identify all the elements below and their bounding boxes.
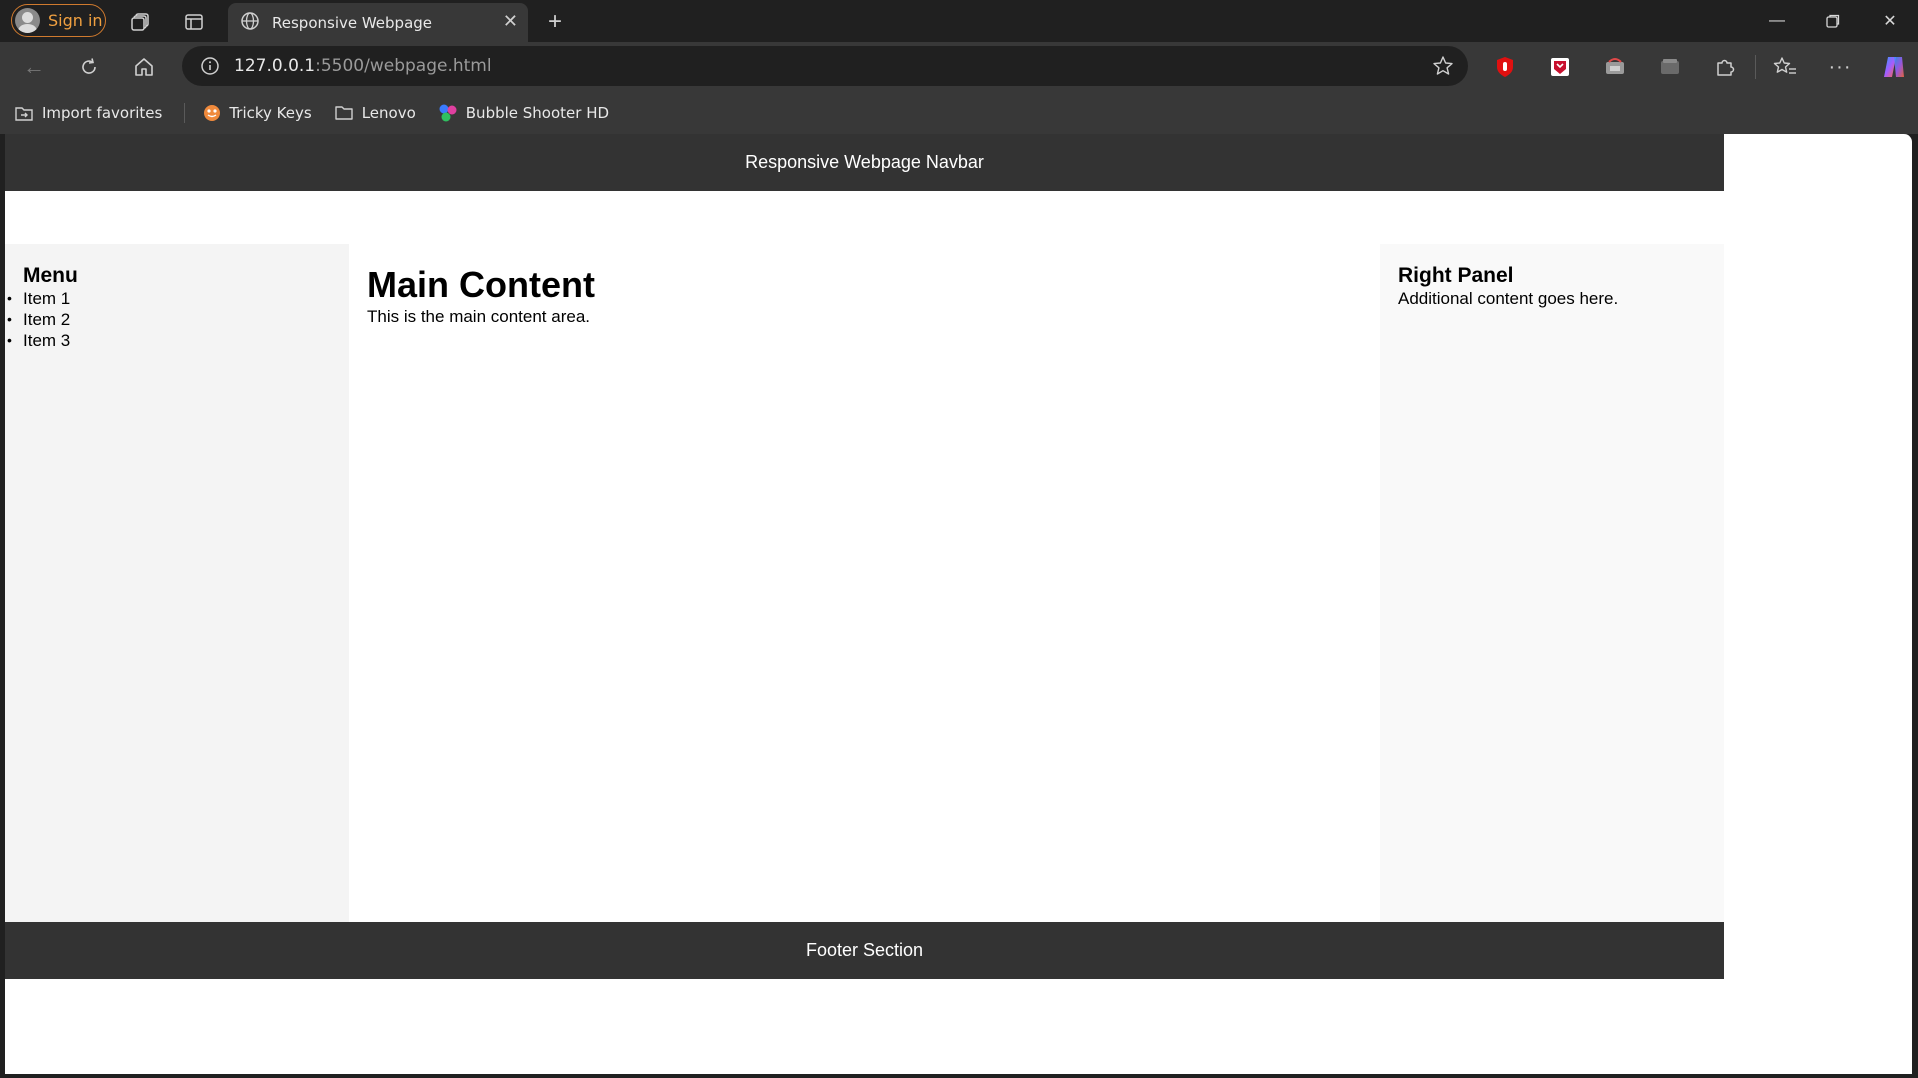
menu-heading: Menu	[23, 264, 78, 287]
extensions-puzzle-icon[interactable]	[1712, 54, 1738, 80]
bookmarks-bar: Import favorites Tricky Keys Lenovo Bubb…	[0, 92, 1918, 134]
website: Responsive Webpage Navbar Menu Item 1 It…	[5, 134, 1724, 979]
mcafee-extension-icon[interactable]	[1547, 54, 1573, 80]
right-panel-text: Additional content goes here.	[1398, 289, 1619, 308]
bookmark-label: Lenovo	[361, 104, 416, 122]
active-tab[interactable]: Responsive Webpage ✕	[228, 3, 528, 42]
menu-item: Item 2	[7, 309, 349, 330]
tab-actions-icon[interactable]	[181, 9, 207, 35]
footer: Footer Section	[5, 922, 1724, 979]
content-row: Menu Item 1 Item 2 Item 3 Main Content T…	[5, 244, 1724, 922]
folder-icon	[334, 104, 354, 122]
home-icon[interactable]	[130, 53, 158, 81]
browser-toolbar: ← 127.0.0.1:5500/webpage.html ···	[0, 42, 1918, 92]
refresh-icon[interactable]	[75, 53, 103, 81]
menu-item: Item 3	[7, 330, 349, 351]
toolbar-divider	[1755, 55, 1756, 79]
more-options-icon[interactable]: ···	[1827, 54, 1853, 80]
sign-in-label: Sign in	[48, 11, 103, 30]
url-host: 127.0.0.1	[234, 56, 316, 76]
tab-title: Responsive Webpage	[272, 13, 433, 32]
bookmark-label: Import favorites	[42, 104, 163, 122]
site-info-icon[interactable]	[200, 56, 220, 76]
right-panel: Right Panel Additional content goes here…	[1380, 244, 1724, 922]
close-window-icon[interactable]: ✕	[1862, 0, 1918, 42]
bookmark-label: Tricky Keys	[229, 104, 312, 122]
favorite-star-icon[interactable]	[1432, 55, 1454, 77]
main-heading: Main Content	[367, 264, 595, 305]
minimize-icon[interactable]: —	[1749, 0, 1805, 42]
right-panel-heading: Right Panel	[1398, 264, 1514, 287]
bookmark-import-favorites[interactable]: Import favorites	[14, 104, 162, 122]
navbar-title: Responsive Webpage Navbar	[745, 152, 984, 172]
wallet-icon[interactable]	[1657, 54, 1683, 80]
tab-strip: Sign in Responsive Webpage ✕ + — ✕	[0, 0, 1918, 42]
bookmark-lenovo[interactable]: Lenovo	[334, 104, 416, 122]
new-tab-icon[interactable]: +	[541, 8, 569, 36]
import-icon	[14, 104, 34, 122]
sign-in-button[interactable]: Sign in	[11, 4, 106, 37]
avatar-icon	[15, 8, 40, 33]
address-bar[interactable]: 127.0.0.1:5500/webpage.html	[182, 46, 1468, 86]
url-path: :5500/webpage.html	[315, 56, 492, 76]
bookmark-bubble-shooter[interactable]: Bubble Shooter HD	[438, 103, 609, 123]
game-icon	[203, 104, 221, 122]
main-text: This is the main content area.	[367, 307, 591, 326]
menu-item: Item 1	[7, 288, 349, 309]
menu-list: Item 1 Item 2 Item 3	[7, 288, 349, 351]
bookmarks-divider	[184, 103, 186, 123]
page-viewport: Responsive Webpage Navbar Menu Item 1 It…	[5, 134, 1912, 1074]
bubble-icon	[438, 103, 458, 123]
restore-icon[interactable]	[1805, 0, 1861, 42]
workspaces-icon[interactable]	[128, 9, 154, 35]
favorites-icon[interactable]	[1772, 54, 1798, 80]
main-content: Main Content This is the main content ar…	[349, 244, 1380, 922]
bookmark-label: Bubble Shooter HD	[465, 104, 610, 122]
adblock-extension-icon[interactable]	[1492, 54, 1518, 80]
close-tab-icon[interactable]: ✕	[503, 11, 518, 32]
url-text: 127.0.0.1:5500/webpage.html	[234, 56, 492, 76]
extension-app-icon[interactable]	[1602, 54, 1628, 80]
copilot-icon[interactable]	[1880, 53, 1908, 81]
back-icon[interactable]: ←	[20, 53, 48, 81]
footer-text: Footer Section	[805, 940, 924, 960]
left-sidebar: Menu Item 1 Item 2 Item 3	[5, 244, 349, 922]
navbar: Responsive Webpage Navbar	[5, 134, 1724, 191]
globe-icon	[240, 11, 260, 35]
bookmark-tricky-keys[interactable]: Tricky Keys	[203, 104, 312, 122]
